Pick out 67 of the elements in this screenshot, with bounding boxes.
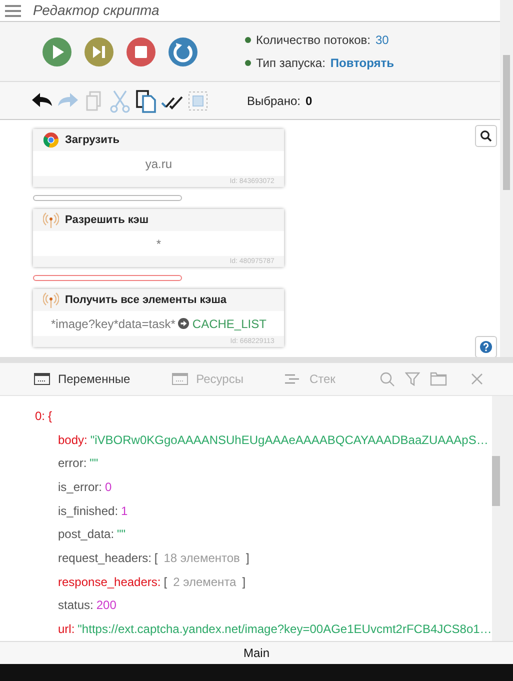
- string-value: "": [90, 455, 98, 472]
- thread-label: Main: [243, 645, 270, 662]
- variable-name: is_error:: [58, 478, 102, 496]
- variable-name: is_finished:: [58, 502, 118, 520]
- block-title: Загрузить: [65, 132, 120, 148]
- restart-button[interactable]: [168, 36, 198, 66]
- element-count: 2 элемента: [173, 574, 236, 591]
- browser-icon: [43, 132, 59, 148]
- window-icon: [172, 373, 188, 385]
- variable-name: url:: [58, 621, 75, 638]
- block-title: Разрешить кэш: [65, 212, 148, 228]
- stop-button[interactable]: [126, 36, 156, 66]
- string-value: "": [117, 526, 126, 544]
- filter-icon[interactable]: [405, 372, 420, 386]
- info-label: Тип запуска:: [256, 55, 326, 72]
- number-value: 1: [121, 502, 128, 520]
- search-icon[interactable]: [380, 372, 395, 386]
- bracket: ]: [242, 574, 246, 591]
- output-variable: CACHE_LIST: [192, 316, 266, 332]
- panel-tab[interactable]: Переменные: [34, 370, 130, 388]
- folder-icon[interactable]: [430, 372, 447, 386]
- block-connector[interactable]: [33, 275, 182, 281]
- block-connector[interactable]: [33, 195, 182, 201]
- selected-label: Выбрано:: [247, 92, 300, 110]
- number-value: 200: [96, 597, 116, 614]
- string-value: "https://ext.captcha.yandex.net/image?key=00AGe1EUvcmt2rFCB4JCS8o1…: [78, 621, 492, 638]
- variable-name: status:: [58, 597, 94, 614]
- menu-icon[interactable]: [5, 4, 21, 18]
- antenna-icon: [43, 292, 59, 308]
- stack-icon: [285, 374, 302, 384]
- block-parameter: *: [156, 236, 162, 252]
- variable-name: response_headers:: [58, 574, 161, 591]
- close-icon[interactable]: [471, 373, 483, 385]
- brace: {: [48, 408, 52, 425]
- variable-name: request_headers:: [58, 550, 152, 568]
- status-dot-icon: [245, 60, 251, 66]
- search-icon: [480, 130, 492, 142]
- scrollbar-thumb[interactable]: [503, 55, 510, 190]
- help-button[interactable]: [475, 336, 497, 357]
- variable-name: 0:: [35, 408, 46, 425]
- info-value[interactable]: 30: [376, 31, 389, 49]
- arrow-circle-icon: [178, 318, 190, 329]
- info-value[interactable]: Повторять: [330, 54, 394, 72]
- status-dot-icon: [245, 37, 251, 43]
- number-value: 0: [105, 478, 112, 496]
- window-icon: [34, 373, 50, 385]
- antenna-icon: [43, 212, 59, 228]
- element-count: 18 элементов: [164, 550, 240, 568]
- variable-name: body:: [58, 432, 88, 449]
- block-parameter: ya.ru: [145, 156, 172, 172]
- selected-count: 0: [305, 92, 312, 110]
- search-button[interactable]: [475, 125, 497, 147]
- bracket: [: [154, 550, 158, 568]
- variable-name: error:: [58, 455, 87, 472]
- variable-name: post_data:: [58, 526, 114, 544]
- scrollbar-thumb[interactable]: [492, 456, 500, 506]
- string-value: "iVBORw0KGgoAAAANSUhEUgAAAeAAAABQCAYAAADBaaZUAAApS…: [90, 432, 488, 449]
- bracket: [: [164, 574, 168, 591]
- info-label: Количество потоков:: [256, 32, 370, 49]
- block-parameter: *image?key*data=task*: [51, 316, 176, 332]
- paste-icon[interactable]: [133, 88, 159, 114]
- bracket: ]: [246, 550, 250, 568]
- window-title: Редактор скрипта: [33, 1, 160, 20]
- block-title: Получить все элементы кэша: [65, 292, 227, 308]
- play-button[interactable]: [42, 36, 72, 66]
- help-icon: [480, 341, 492, 353]
- step-button[interactable]: [84, 36, 114, 66]
